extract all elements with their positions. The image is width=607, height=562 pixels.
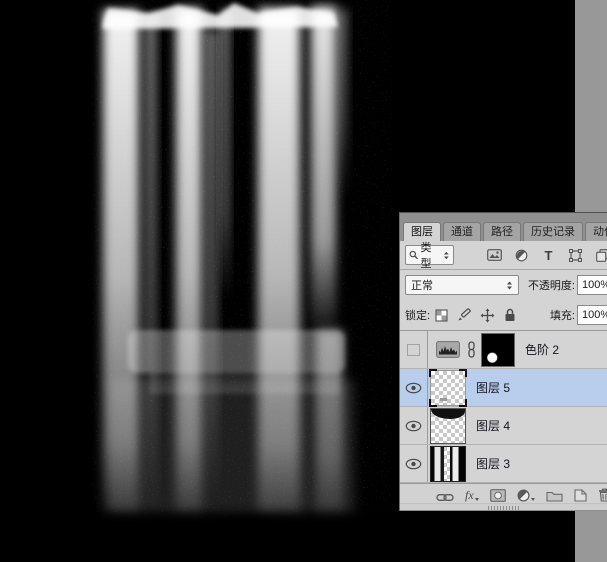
delete-layer-icon[interactable] [598, 486, 607, 502]
filter-type-buttons: T [487, 248, 607, 263]
layer-name[interactable]: 图层 5 [476, 379, 510, 396]
blend-mode-select[interactable]: 正常 [405, 275, 519, 295]
blend-opacity-bar: 正常 不透明度: 100% [400, 270, 607, 300]
grip-marks-icon [488, 506, 520, 510]
pixel-layer-filter-icon[interactable] [487, 248, 502, 263]
opacity-input[interactable]: 100% [577, 275, 607, 295]
search-icon [409, 250, 418, 260]
layers-panel: 图层 通道 路径 历史记录 动作 类型 [399, 212, 607, 511]
filter-kind-select[interactable]: 类型 [405, 245, 454, 265]
panel-resize-grip[interactable] [400, 503, 607, 511]
fill-value: 100% [582, 309, 607, 321]
layer-name[interactable]: 图层 3 [476, 455, 510, 472]
link-layers-icon[interactable] [436, 486, 454, 502]
layer-mask-thumbnail[interactable] [481, 333, 515, 367]
filter-kind-label: 类型 [420, 239, 441, 271]
blend-mode-value: 正常 [411, 277, 506, 293]
fill-input[interactable]: 100% [577, 305, 607, 325]
shape-layer-filter-icon[interactable] [568, 248, 583, 263]
lock-fill-bar: 锁定: [400, 300, 607, 331]
eye-icon [405, 382, 422, 394]
levels-adjustment-icon [436, 341, 460, 358]
layer-row-layer-5[interactable]: 图层 5 [400, 369, 607, 407]
visibility-toggle[interactable] [400, 331, 428, 368]
layer-row-levels-2[interactable]: 色阶 2 [400, 331, 607, 369]
opacity-value: 100% [582, 279, 607, 291]
visibility-toggle[interactable] [400, 369, 428, 406]
type-layer-filter-icon[interactable]: T [541, 248, 556, 263]
fill-label: 填充: [546, 307, 575, 323]
new-adjustment-layer-icon[interactable] [517, 486, 535, 502]
lock-label: 锁定: [405, 307, 430, 323]
layer-thumbnail[interactable] [430, 446, 466, 482]
lock-all-icon[interactable] [502, 307, 518, 323]
layer-filter-bar: 类型 [400, 241, 607, 270]
caret-down-icon [531, 498, 535, 501]
visibility-off-indicator [407, 344, 420, 356]
add-mask-icon[interactable] [490, 486, 506, 502]
panel-footer-bar: fx [400, 483, 607, 503]
adjustment-layer-filter-icon[interactable] [514, 248, 529, 263]
smart-object-filter-icon[interactable] [595, 248, 607, 263]
tab-paths[interactable]: 路径 [483, 222, 521, 241]
updown-arrows-icon [443, 251, 450, 260]
photoshop-workspace: 图层 通道 路径 历史记录 动作 类型 [0, 0, 607, 562]
updown-arrows-icon [506, 281, 513, 290]
lock-paint-icon[interactable] [456, 307, 472, 323]
tab-history[interactable]: 历史记录 [523, 222, 583, 241]
layer-row-layer-3[interactable]: 图层 3 [400, 445, 607, 483]
visibility-toggle[interactable] [400, 445, 428, 482]
new-layer-icon[interactable] [574, 486, 587, 502]
visibility-toggle[interactable] [400, 407, 428, 444]
layer-name[interactable]: 图层 4 [476, 417, 510, 434]
layer-style-icon[interactable]: fx [465, 486, 479, 502]
mask-link-icon[interactable] [466, 341, 477, 358]
eye-icon [405, 420, 422, 432]
eye-icon [405, 458, 422, 470]
lock-position-icon[interactable] [479, 307, 495, 323]
tab-actions[interactable]: 动作 [585, 222, 607, 241]
layer-name[interactable]: 色阶 2 [525, 341, 559, 358]
caret-down-icon [475, 498, 479, 501]
layer-row-layer-4[interactable]: 图层 4 [400, 407, 607, 445]
layer-thumbnail[interactable] [430, 370, 466, 406]
opacity-label: 不透明度: [524, 277, 575, 293]
tab-channels[interactable]: 通道 [443, 222, 481, 241]
layer-list: 色阶 2 图层 5 [400, 331, 607, 483]
lock-transparency-icon[interactable] [433, 307, 449, 323]
new-group-icon[interactable] [546, 486, 563, 502]
layer-thumbnail[interactable] [430, 408, 466, 444]
panel-tab-bar: 图层 通道 路径 历史记录 动作 [400, 213, 607, 241]
